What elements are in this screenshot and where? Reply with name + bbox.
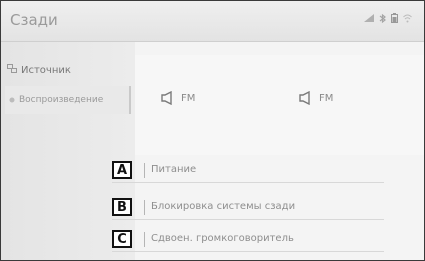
- page-title: Сзади: [10, 11, 58, 29]
- option-power[interactable]: A Питание: [112, 160, 384, 183]
- sidebar-item-label: Источник: [21, 64, 71, 76]
- option-label: Блокировка системы сзади: [151, 201, 296, 212]
- option-label: Питание: [151, 164, 197, 175]
- bluetooth-icon: [379, 13, 386, 26]
- status-bar: [364, 13, 412, 26]
- sidebar-item-source[interactable]: Источник: [7, 64, 71, 76]
- screen-frame: Сзади Источник Воспроизведение FM FM A П…: [0, 0, 425, 261]
- speaker-fm-1[interactable]: FM: [161, 91, 195, 105]
- speaker-panel: FM FM: [135, 55, 424, 155]
- row-divider: [144, 200, 145, 215]
- battery-icon: [391, 13, 398, 26]
- speaker-icon: [161, 91, 173, 105]
- callout-badge-b: B: [112, 198, 132, 216]
- sidebar: Источник Воспроизведение: [1, 42, 135, 260]
- option-rear-lock[interactable]: B Блокировка системы сзади: [112, 197, 384, 220]
- sidebar-item-playback[interactable]: Воспроизведение: [5, 86, 131, 114]
- wifi-icon: [403, 14, 412, 26]
- callout-badge-a: A: [112, 161, 132, 179]
- speaker-label: FM: [181, 92, 196, 104]
- signal-icon: [364, 14, 374, 25]
- row-divider: [144, 232, 145, 247]
- speaker-icon: [299, 91, 311, 105]
- play-dot-icon: [9, 95, 15, 106]
- row-divider: [144, 163, 145, 178]
- speaker-label: FM: [319, 92, 334, 104]
- sidebar-item-label: Воспроизведение: [19, 95, 104, 105]
- option-dual-speaker[interactable]: C Сдвоен. громкоговоритель: [112, 229, 384, 252]
- header-bar: Сзади: [1, 1, 424, 42]
- option-label: Сдвоен. громкоговоритель: [151, 233, 294, 244]
- speaker-fm-2[interactable]: FM: [299, 91, 333, 105]
- callout-badge-c: C: [112, 230, 132, 248]
- source-icon: [7, 64, 17, 76]
